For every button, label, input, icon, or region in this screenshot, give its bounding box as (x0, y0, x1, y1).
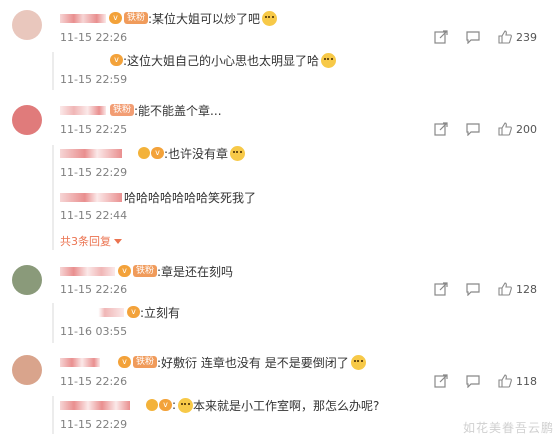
comment-actions: 239 (434, 30, 540, 44)
comment-header: 铁粉 :能不能盖个章... (60, 100, 222, 120)
username-redacted[interactable] (60, 192, 122, 202)
verified-badge-icon (146, 399, 158, 411)
reply-time: 11-15 22:29 (60, 166, 128, 179)
comment-item: v 铁粉 :章是还在刻吗 11-15 22:26 128 v :立刻有 11-1… (0, 255, 558, 350)
reply-thread (52, 303, 54, 343)
triangle-down-icon (114, 238, 122, 244)
reply-time: 11-15 22:29 (60, 418, 128, 431)
verified-badge-icon (138, 147, 150, 159)
username-redacted[interactable] (60, 400, 130, 410)
username-redacted[interactable] (60, 148, 122, 158)
comment-text: :章是还在刻吗 (157, 264, 234, 279)
vip-icon: v (110, 54, 123, 66)
fan-badge: 铁粉 (133, 265, 158, 277)
expand-replies-link[interactable]: 共3条回复 (60, 233, 122, 249)
avatar[interactable] (12, 355, 42, 385)
reply-text: :立刻有 (140, 305, 181, 320)
comment-time: 11-15 22:26 (60, 375, 128, 388)
comment-actions: 128 (434, 282, 540, 296)
reply-time: 11-15 22:44 (60, 209, 128, 222)
reply-time: 11-15 22:59 (60, 73, 128, 86)
reply-thread (52, 52, 54, 90)
username-redacted[interactable] (60, 13, 106, 23)
username-redacted[interactable] (60, 105, 106, 115)
avatar[interactable] (12, 265, 42, 295)
watermark: 如花美眷吾云鹏 (462, 421, 554, 435)
reply-thread (52, 145, 54, 250)
comment-icon[interactable] (466, 122, 480, 136)
comment-icon[interactable] (466, 30, 480, 44)
reply-item: v :也许没有章 (60, 143, 246, 163)
like-count: 200 (516, 122, 537, 136)
avatar[interactable] (12, 10, 42, 40)
comment-header: v 铁粉 :好敷衍 连章也没有 是不是要倒闭了 (60, 352, 366, 372)
reply-item: 哈哈哈哈哈哈哈笑死我了 (60, 187, 256, 207)
emoji-icon (230, 145, 246, 161)
vip-icon: v (109, 12, 122, 24)
like-icon[interactable] (498, 122, 512, 136)
reply-text: 本来就是小工作室啊，那怎么办呢? (193, 398, 380, 413)
like-icon[interactable] (498, 282, 512, 296)
fan-badge: 铁粉 (133, 356, 158, 368)
emoji-icon (350, 354, 366, 370)
like-icon[interactable] (498, 374, 512, 388)
vip-icon: v (127, 306, 140, 318)
username-redacted[interactable] (60, 357, 100, 367)
reply-item: v :立刻有 (60, 302, 180, 322)
comment-actions: 200 (434, 122, 540, 136)
like-count: 128 (516, 282, 537, 296)
comment-item: 铁粉 :能不能盖个章... 11-15 22:25 200 v :也许没有章 1… (0, 95, 558, 255)
comment-time: 11-15 22:26 (60, 31, 128, 44)
emoji-icon (321, 52, 337, 68)
reply-text: 哈哈哈哈哈哈哈笑死我了 (124, 190, 257, 205)
like-count: 118 (516, 374, 537, 388)
share-icon[interactable] (434, 282, 448, 296)
reply-separator: : (172, 398, 177, 412)
vip-icon: v (118, 356, 131, 368)
share-icon[interactable] (434, 374, 448, 388)
fan-badge: 铁粉 (110, 104, 135, 116)
comment-icon[interactable] (466, 374, 480, 388)
like-icon[interactable] (498, 30, 512, 44)
comment-actions: 118 (434, 374, 540, 388)
reply-text: :也许没有章 (164, 146, 229, 161)
reply-time: 11-16 03:55 (60, 325, 128, 338)
comment-time: 11-15 22:25 (60, 123, 128, 136)
comment-header: v 铁粉 :某位大姐可以炒了吧 (60, 8, 278, 28)
like-count: 239 (516, 30, 537, 44)
username-redacted[interactable] (60, 307, 124, 317)
comment-text: :能不能盖个章... (134, 103, 222, 118)
reply-item: v :这位大姐自己的小心思也太明显了哈 (60, 50, 337, 70)
avatar[interactable] (12, 105, 42, 135)
comment-item: v 铁粉 :某位大姐可以炒了吧 11-15 22:26 239 v :这位大姐自… (0, 0, 558, 95)
vip-icon: v (159, 399, 172, 411)
comment-icon[interactable] (466, 282, 480, 296)
comment-time: 11-15 22:26 (60, 283, 128, 296)
share-icon[interactable] (434, 122, 448, 136)
expand-replies-label: 共3条回复 (60, 235, 111, 248)
reply-item: v : 本来就是小工作室啊，那怎么办呢? (60, 395, 379, 415)
username-redacted[interactable] (60, 266, 115, 276)
comment-header: v 铁粉 :章是还在刻吗 (60, 261, 233, 281)
emoji-icon (178, 397, 194, 413)
fan-badge: 铁粉 (124, 12, 149, 24)
reply-text: :这位大姐自己的小心思也太明显了哈 (123, 53, 320, 68)
comment-text: :好敷衍 连章也没有 是不是要倒闭了 (157, 355, 349, 370)
comment-text: :某位大姐可以炒了吧 (148, 11, 261, 26)
share-icon[interactable] (434, 30, 448, 44)
vip-icon: v (118, 265, 131, 277)
vip-icon: v (151, 147, 164, 159)
emoji-icon (262, 10, 278, 26)
reply-thread (52, 396, 54, 434)
